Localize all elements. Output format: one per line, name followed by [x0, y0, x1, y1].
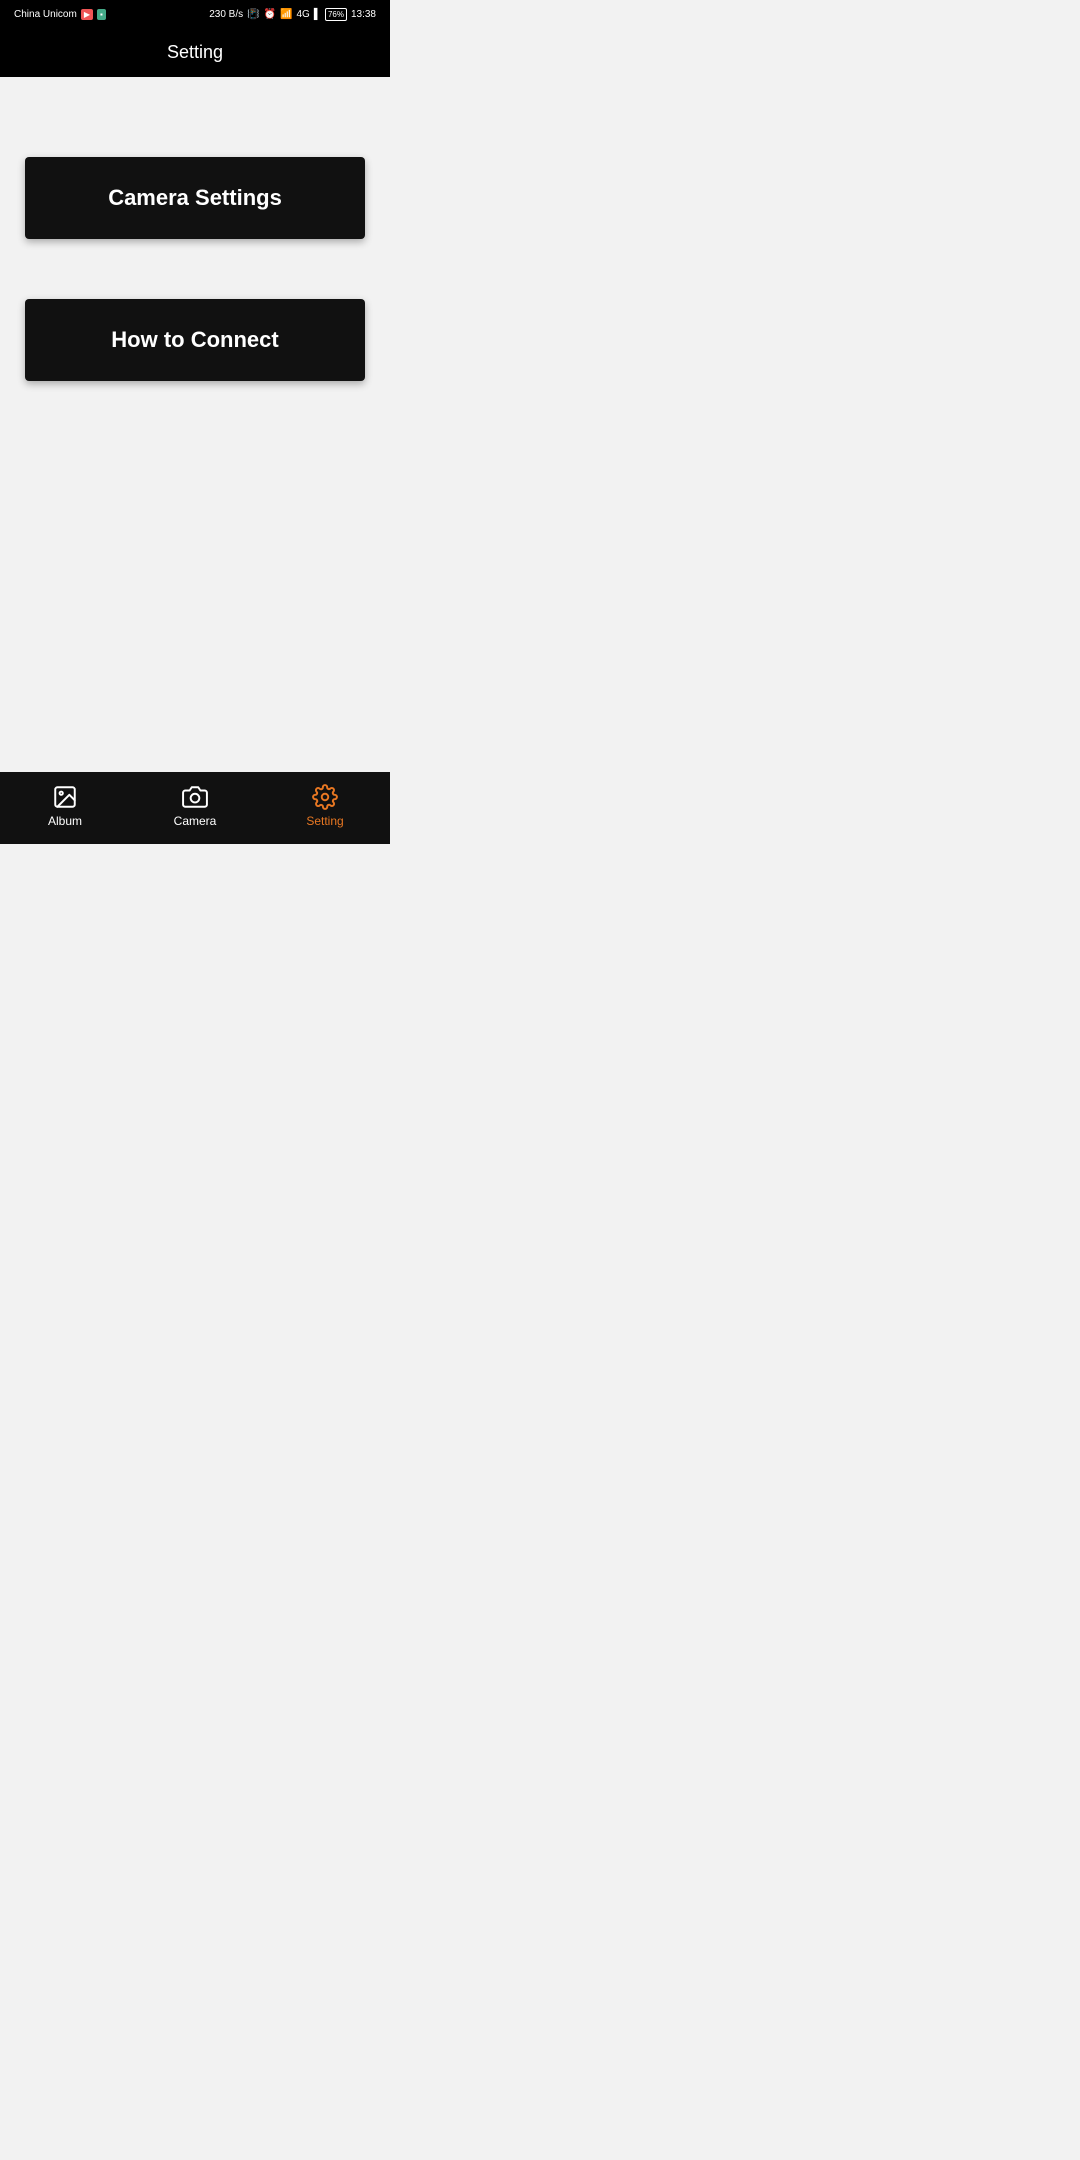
page-title: Setting — [167, 42, 223, 62]
nav-item-camera[interactable]: Camera — [130, 784, 260, 828]
album-icon — [52, 784, 78, 810]
nav-item-album[interactable]: Album — [0, 784, 130, 828]
wifi-icon: 📶 — [280, 9, 292, 20]
battery-level: 76 — [328, 10, 337, 19]
status-bar: China Unicom ▶ ▪ 230 B/s 📳 ⏰ 📶 4G ▌ 76% … — [0, 0, 390, 28]
setting-label: Setting — [306, 814, 343, 828]
top-bar: Setting — [0, 28, 390, 77]
album-label: Album — [48, 814, 82, 828]
vibrate-icon: 📳 — [247, 9, 259, 20]
status-left: China Unicom ▶ ▪ — [14, 9, 106, 20]
signal-4g-icon: 4G — [297, 9, 310, 20]
nav-item-setting[interactable]: Setting — [260, 784, 390, 828]
carrier-icon-orange: ▶ — [81, 9, 93, 20]
bottom-nav: Album Camera Setting — [0, 772, 390, 844]
carrier-name: China Unicom — [14, 9, 77, 20]
alarm-icon: ⏰ — [264, 9, 276, 20]
battery-icon: 76% — [325, 8, 347, 21]
setting-icon — [312, 784, 338, 810]
camera-label: Camera — [174, 814, 217, 828]
carrier-icon-green: ▪ — [97, 9, 106, 20]
main-content: Camera Settings How to Connect — [0, 77, 390, 772]
signal-bars-icon: ▌ — [314, 9, 321, 20]
time-display: 13:38 — [351, 9, 376, 20]
camera-settings-button[interactable]: Camera Settings — [25, 157, 365, 239]
camera-icon — [182, 784, 208, 810]
status-right: 230 B/s 📳 ⏰ 📶 4G ▌ 76% 13:38 — [209, 8, 376, 21]
how-to-connect-button[interactable]: How to Connect — [25, 299, 365, 381]
network-speed: 230 B/s — [209, 9, 243, 20]
